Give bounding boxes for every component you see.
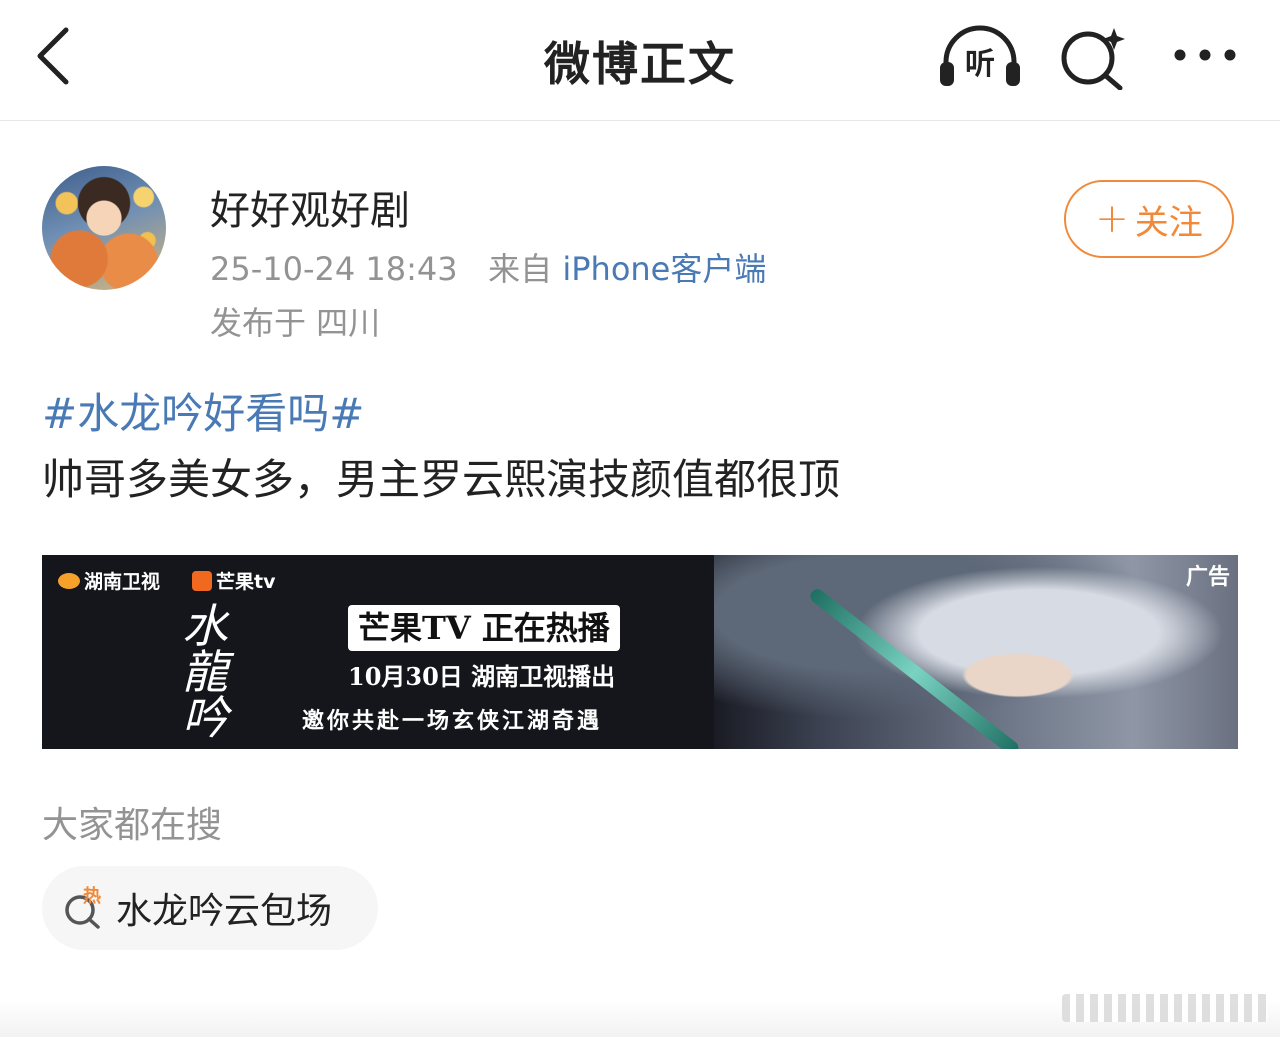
ad-headline: 芒果TV 正在热播 [348,605,620,651]
topic-hashtag[interactable]: #水龙吟好看吗# [42,380,364,441]
listen-label: 听 [965,47,995,82]
post-text: 帅哥多美女多，男主罗云熙演技颜值都很顶 [42,455,841,504]
ad-date: 10月30日 湖南卫视播出 [348,662,616,691]
post-location: 发布于 四川 [210,304,381,342]
hot-search-icon: 热 [65,886,101,929]
ad-slogan: 邀你共赴一场玄侠江湖奇遇 [302,709,603,734]
ad-tag: 广告 [1185,565,1230,590]
hot-badge: 热 [83,886,101,907]
mango-tv-logo-icon [192,570,212,591]
drama-title-calligraphy: 水龍吟 [182,599,228,745]
hunan-tv-logo-icon [58,572,80,589]
avatar[interactable] [42,166,166,290]
plus-icon: + [1095,196,1129,242]
hunan-tv-logo-text: 湖南卫视 [84,571,161,593]
follow-label: 关注 [1134,202,1203,243]
listen-icon[interactable]: 听 [938,22,1022,92]
post-meta: 25-10-24 18:43 来自 iPhone客户端 [210,244,766,290]
source-prefix: 来自 [488,250,553,288]
author-name[interactable]: 好好观好剧 [210,178,410,236]
trending-search-title: 大家都在搜 [42,805,223,846]
hunan-tv-logo: 湖南卫视 [58,567,160,594]
search-sparkle-icon[interactable] [1058,24,1128,90]
top-nav-bar: 微博正文 听 [0,0,1280,121]
trending-search-chip[interactable]: 热 水龙吟云包场 [42,866,378,950]
scroll-indicator [1062,994,1268,1022]
mango-tv-logo-text: 芒果tv [216,571,276,593]
trending-search-label: 水龙吟云包场 [116,891,333,932]
ad-banner[interactable]: 湖南卫视 芒果tv 水龍吟 芒果TV 正在热播 10月30日 湖南卫视播出 邀你… [42,555,1238,749]
post-source[interactable]: iPhone客户端 [562,250,766,288]
follow-button[interactable]: + 关注 [1064,180,1234,258]
post-time: 25-10-24 18:43 [210,250,458,288]
mango-tv-logo: 芒果tv [192,567,275,594]
more-icon[interactable] [1170,38,1240,72]
